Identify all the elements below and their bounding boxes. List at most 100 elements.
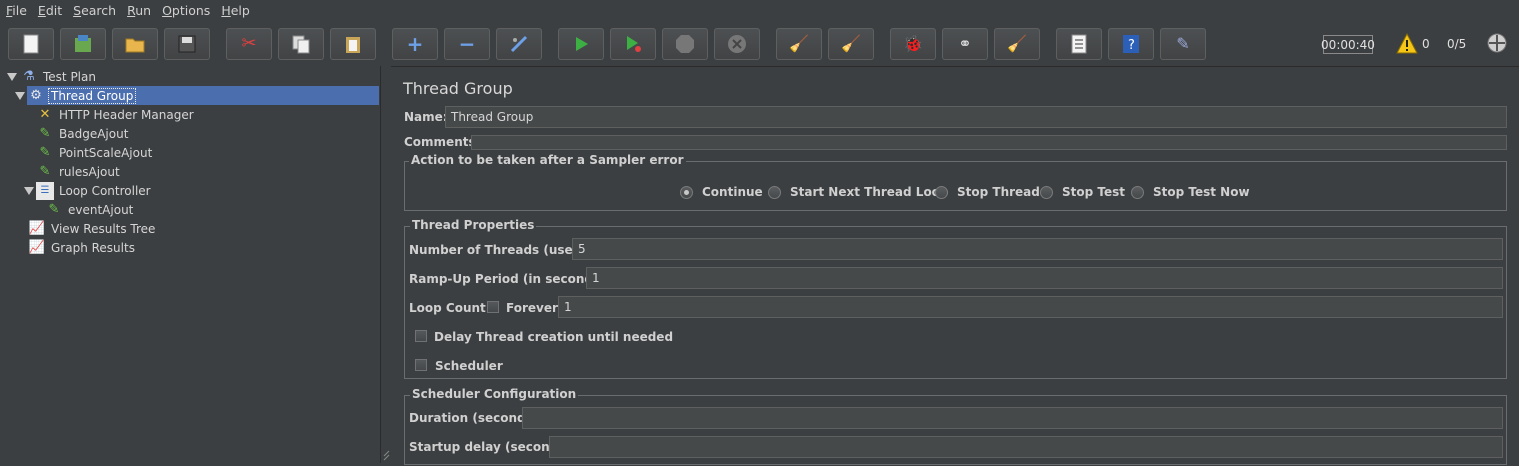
radio-stop-test-now[interactable]: Stop Test Now <box>1131 185 1250 199</box>
open-icon <box>125 38 145 53</box>
new-button[interactable] <box>8 28 54 60</box>
sampler-icon: ✎ <box>39 145 51 160</box>
menu-edit[interactable]: Edit <box>32 0 67 22</box>
radio-stop-test[interactable]: Stop Test <box>1040 185 1125 199</box>
rampup-label: Ramp-Up Period (in seconds): <box>409 272 611 286</box>
tree-node-badge-ajout[interactable]: ✎ BadgeAjout <box>36 124 130 143</box>
start-button[interactable] <box>558 28 604 60</box>
warning-count: 0 <box>1422 37 1430 51</box>
remote-button[interactable]: ✎ <box>1160 28 1206 60</box>
collapse-test-plan-icon[interactable] <box>7 73 17 81</box>
shutdown-icon <box>728 35 746 53</box>
active-threads: 0/5 <box>1447 37 1467 51</box>
cut-button[interactable]: ✂ <box>226 28 272 60</box>
scheduler-checkbox[interactable] <box>415 359 427 371</box>
copy-button[interactable] <box>278 28 324 60</box>
copy-icon <box>292 35 310 54</box>
duration-field[interactable] <box>522 407 1503 429</box>
search-button[interactable]: 🐞 <box>890 28 936 60</box>
menu-bar: File Edit Search Run Options Help <box>0 0 1519 22</box>
loop-count-label: Loop Count: <box>409 301 491 315</box>
reset-search-icon: ⚭ <box>958 34 972 53</box>
number-of-threads-field[interactable]: 5 <box>572 238 1503 260</box>
help-icon <box>1071 34 1087 54</box>
radio-stop-thread[interactable]: Stop Thread <box>935 185 1040 199</box>
tree-node-thread-group[interactable]: ⚙ Thread Group <box>27 86 379 105</box>
radio-continue[interactable]: Continue <box>680 185 763 199</box>
collapse-icon: − <box>458 32 476 56</box>
expand-icon: + <box>406 32 424 56</box>
scheduler-label: Scheduler <box>435 359 503 373</box>
collapse-loop-controller-icon[interactable] <box>24 187 34 195</box>
name-label: Name: <box>404 110 448 124</box>
paste-button[interactable] <box>330 28 376 60</box>
thread-group-icon: ⚙ <box>30 88 42 103</box>
function-helper-button[interactable]: 🧹 <box>994 28 1040 60</box>
tree-node-loop-controller[interactable]: ☰ Loop Controller <box>36 181 153 200</box>
clear-all-button[interactable]: 🧹 <box>828 28 874 60</box>
name-field[interactable]: Thread Group <box>445 106 1507 128</box>
tree-node-view-results-tree[interactable]: 📈 View Results Tree <box>28 219 157 238</box>
radio-selected-icon <box>680 185 693 199</box>
thread-properties-title: Thread Properties <box>410 218 537 232</box>
tree-node-graph-results[interactable]: 📈 Graph Results <box>28 238 137 257</box>
thread-group-panel: Thread Group Name: Thread Group Comments… <box>391 66 1519 465</box>
radio-start-next-thread-loop[interactable]: Start Next Thread Loop <box>768 185 949 199</box>
clear-icon: 🧹 <box>789 34 809 53</box>
split-pane-divider[interactable] <box>381 66 391 463</box>
start-no-pauses-button[interactable] <box>610 28 656 60</box>
scheduler-configuration-group: Scheduler Configuration Duration (second… <box>404 387 1507 465</box>
tree-node-point-scale-ajout[interactable]: ✎ PointScaleAjout <box>36 143 154 162</box>
log-viewer-button[interactable]: ? <box>1108 28 1154 60</box>
sampler-error-group: Action to be taken after a Sampler error… <box>404 153 1507 211</box>
elapsed-timer: 00:00:40 <box>1321 35 1375 54</box>
tree-node-event-ajout[interactable]: ✎ eventAjout <box>45 200 135 219</box>
menu-help[interactable]: Help <box>215 0 255 22</box>
search-icon: 🐞 <box>903 34 923 53</box>
loop-count-field[interactable]: 1 <box>558 296 1503 318</box>
toolbar: ✂ + − 🧹 🧹 🐞 ⚭ 🧹 ? ✎ 00:00:40 0 0/5 <box>0 22 1519 67</box>
test-plan-icon: ⚗ <box>23 69 35 84</box>
sampler-icon: ✎ <box>39 126 51 141</box>
templates-button[interactable] <box>60 28 106 60</box>
toggle-icon <box>510 35 528 53</box>
menu-run[interactable]: Run <box>121 0 156 22</box>
start-icon <box>576 37 588 51</box>
listener-icon: 📈 <box>28 221 46 236</box>
collapse-all-button[interactable]: − <box>444 28 490 60</box>
forever-checkbox[interactable] <box>487 301 499 313</box>
open-button[interactable] <box>112 28 158 60</box>
sampler-error-title: Action to be taken after a Sampler error <box>409 153 686 167</box>
reset-search-button[interactable]: ⚭ <box>942 28 988 60</box>
menu-search[interactable]: Search <box>67 0 121 22</box>
tree-node-rules-ajout[interactable]: ✎ rulesAjout <box>36 162 122 181</box>
collapse-thread-group-icon[interactable] <box>15 92 25 100</box>
remote-status-icon[interactable] <box>1486 32 1508 54</box>
delay-thread-creation-label: Delay Thread creation until needed <box>434 330 674 344</box>
ramp-up-period-field[interactable]: 1 <box>586 267 1503 289</box>
templates-icon <box>75 35 91 52</box>
comments-field[interactable] <box>471 135 1507 150</box>
radio-icon <box>935 185 948 199</box>
radio-icon <box>1040 185 1053 199</box>
delay-thread-creation-checkbox[interactable] <box>415 330 427 342</box>
clear-button[interactable]: 🧹 <box>776 28 822 60</box>
function-helper-icon: 🧹 <box>1007 34 1027 53</box>
toggle-button[interactable] <box>496 28 542 60</box>
splitter-grip-icon <box>383 450 390 461</box>
start-no-pause-icon <box>627 36 641 52</box>
help-button[interactable] <box>1056 28 1102 60</box>
stop-button[interactable] <box>662 28 708 60</box>
menu-options[interactable]: Options <box>156 0 215 22</box>
menu-file[interactable]: File <box>0 0 32 22</box>
expand-all-button[interactable]: + <box>392 28 438 60</box>
tree-node-http-header-manager[interactable]: ✕ HTTP Header Manager <box>36 105 196 124</box>
save-button[interactable] <box>164 28 210 60</box>
test-plan-tree: ⚗ Test Plan ⚙ Thread Group ✕ HTTP Header Ma… <box>0 66 381 463</box>
warning-icon[interactable] <box>1396 33 1418 55</box>
tree-node-test-plan[interactable]: ⚗ Test Plan <box>20 67 98 86</box>
startup-delay-field[interactable] <box>549 436 1503 458</box>
startup-delay-label: Startup delay (seconds) <box>409 440 571 454</box>
shutdown-button[interactable] <box>714 28 760 60</box>
radio-icon <box>768 185 781 199</box>
